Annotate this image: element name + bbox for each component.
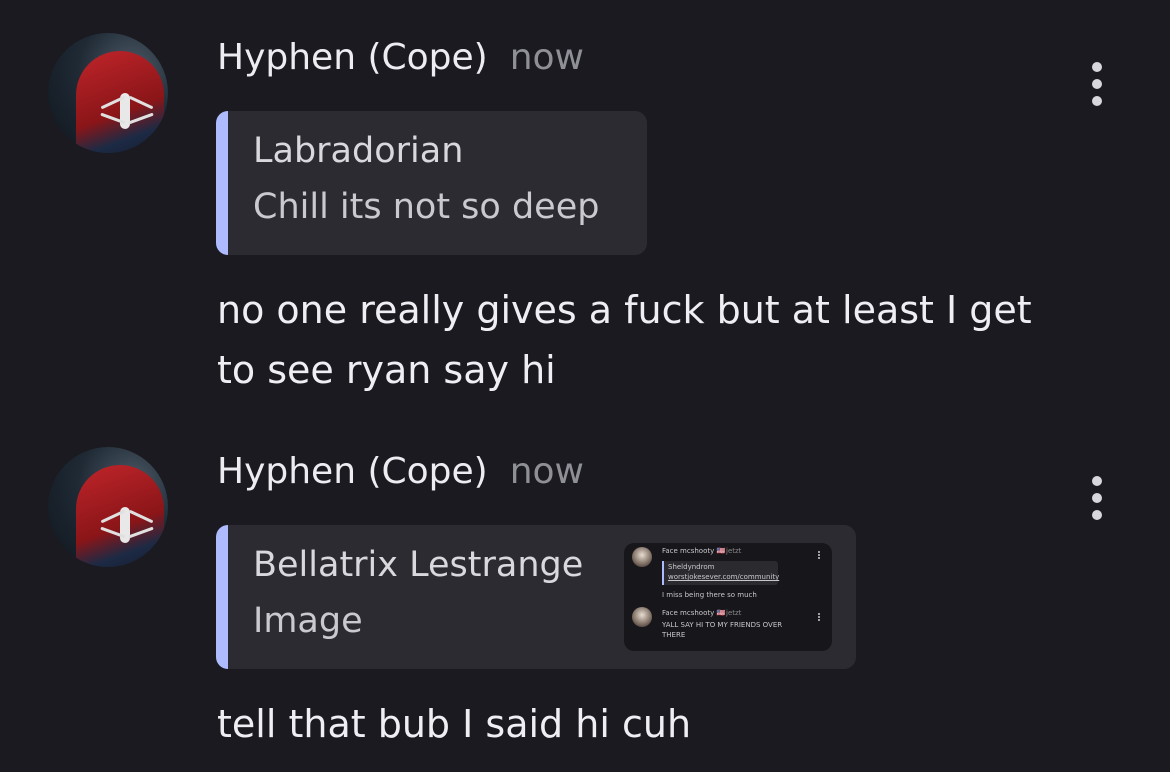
quote-accent-bar — [216, 525, 228, 669]
more-options-icon[interactable] — [1092, 62, 1104, 113]
quoted-text: Chill its not so deep — [253, 187, 600, 227]
quote-accent-bar — [216, 111, 228, 255]
author-name[interactable]: Hyphen (Cope) — [217, 451, 488, 492]
quoted-text: Image — [253, 601, 363, 641]
thumb-quote: Sheldyndrom worstjokesever.com/community — [662, 561, 780, 585]
more-options-icon[interactable] — [1092, 476, 1104, 527]
thumb-kebab-icon — [818, 551, 820, 560]
thumb-author: Face mcshooty 🇺🇸 — [662, 547, 726, 555]
thumb-time: jetzt — [726, 547, 742, 555]
timestamp: now — [509, 451, 584, 492]
message-header: Hyphen (Cope) now — [217, 451, 584, 492]
thumb-author: Face mcshooty 🇺🇸 — [662, 609, 726, 617]
author-name[interactable]: Hyphen (Cope) — [217, 37, 488, 78]
message-text: no one really gives a fuck but at least … — [217, 288, 1032, 392]
author-avatar[interactable] — [48, 447, 168, 567]
quoted-author: Labradorian — [253, 131, 464, 171]
thumb-quote-link: worstjokesever.com/community — [668, 573, 780, 581]
timestamp: now — [509, 37, 584, 78]
quoted-author: Bellatrix Lestrange — [253, 545, 584, 585]
thumb-kebab-icon — [818, 613, 820, 622]
reply-quote[interactable]: Bellatrix Lestrange Image Face mcshooty … — [216, 525, 856, 669]
reply-quote[interactable]: Labradorian Chill its not so deep — [216, 111, 647, 255]
thumb-text: THERE — [662, 631, 686, 639]
thumb-avatar — [632, 607, 652, 627]
image-thumbnail[interactable]: Face mcshooty 🇺🇸 jetzt Sheldyndrom worst… — [624, 543, 832, 651]
thumb-text: I miss being there so much — [662, 591, 757, 599]
thumb-text: YALL SAY HI TO MY FRIENDS OVER — [662, 621, 783, 629]
thumb-time: jetzt — [726, 609, 742, 617]
message-text: tell that bub I said hi cuh — [217, 702, 692, 746]
author-avatar[interactable] — [48, 33, 168, 153]
thumb-avatar — [632, 547, 652, 567]
message-header: Hyphen (Cope) now — [217, 37, 584, 78]
thumb-quote-author: Sheldyndrom — [668, 563, 715, 571]
